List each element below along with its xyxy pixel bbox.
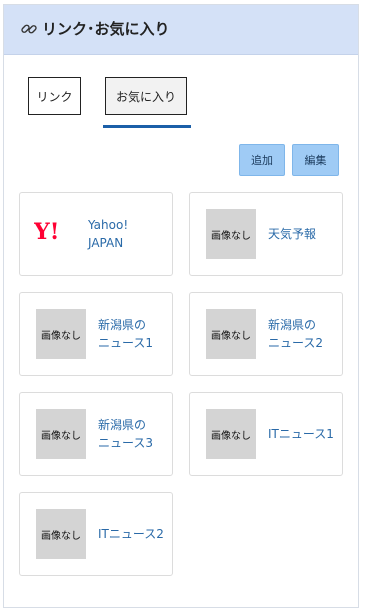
favorite-label: ITニュース1 (268, 427, 334, 441)
favorite-card-weather[interactable]: 画像なし 天気予報 (189, 192, 343, 276)
favorite-card-it-news-1[interactable]: 画像なし ITニュース1 (189, 392, 343, 476)
favorite-card-it-news-2[interactable]: 画像なし ITニュース2 (19, 492, 173, 576)
tab-links[interactable]: リンク (28, 77, 81, 115)
yahoo-logo-text: Y! (34, 219, 59, 245)
no-image-placeholder: 画像なし (36, 509, 86, 559)
favorite-card-niigata-news-2[interactable]: 画像なし 新潟県の ニュース2 (189, 292, 343, 376)
no-image-placeholder: 画像なし (36, 409, 86, 459)
favorite-card-niigata-news-3[interactable]: 画像なし 新潟県の ニュース3 (19, 392, 173, 476)
add-button[interactable]: 追加 (239, 144, 285, 176)
favorite-label: 新潟県の ニュース1 (98, 318, 154, 350)
edit-button[interactable]: 編集 (292, 144, 339, 176)
favorite-card-niigata-news-1[interactable]: 画像なし 新潟県の ニュース1 (19, 292, 173, 376)
no-image-placeholder: 画像なし (206, 209, 256, 259)
favorite-card-yahoo-japan[interactable]: Y! Yahoo! JAPAN (19, 192, 173, 276)
favorite-label: ITニュース2 (98, 527, 164, 541)
favorite-label: 新潟県の ニュース3 (98, 418, 154, 450)
yahoo-logo-icon: Y! (34, 219, 59, 245)
link-icon (21, 24, 37, 34)
favorite-label: Yahoo! JAPAN (88, 218, 129, 250)
no-image-placeholder: 画像なし (206, 309, 256, 359)
panel-header: リンク･お気に入り (4, 5, 358, 55)
panel-title: リンク･お気に入り (42, 20, 170, 38)
no-image-placeholder: 画像なし (36, 309, 86, 359)
favorite-label: 新潟県の ニュース2 (268, 318, 324, 350)
active-tab-indicator (103, 125, 191, 128)
no-image-placeholder: 画像なし (206, 409, 256, 459)
tab-favorites[interactable]: お気に入り (105, 77, 187, 115)
favorite-label: 天気予報 (268, 227, 317, 241)
